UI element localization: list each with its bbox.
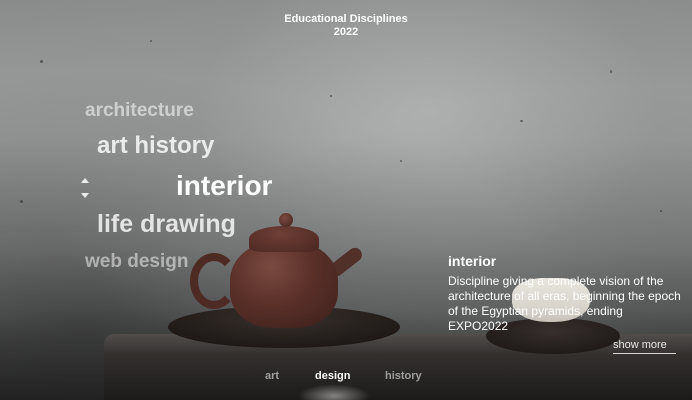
page-title-line1: Educational Disciplines: [284, 13, 408, 25]
tab-design[interactable]: design: [315, 370, 350, 382]
tab-history[interactable]: history: [385, 370, 422, 382]
texture-speck: [150, 40, 152, 42]
page-title-line2: 2022: [333, 26, 359, 38]
discipline-item-art-history[interactable]: art history: [97, 132, 214, 160]
texture-speck: [520, 120, 523, 122]
teapot-knob: [279, 213, 293, 227]
show-more-link[interactable]: show more: [613, 339, 676, 354]
detail-title: interior: [448, 253, 497, 269]
discipline-item-web-design[interactable]: web design: [85, 251, 188, 273]
discipline-item-life-drawing[interactable]: life drawing: [97, 210, 236, 239]
tab-art[interactable]: art: [265, 370, 279, 382]
texture-speck: [660, 210, 662, 212]
discipline-item-architecture[interactable]: architecture: [85, 100, 194, 122]
texture-speck: [40, 60, 43, 63]
chevron-up-icon[interactable]: [81, 178, 89, 183]
teapot-lid: [249, 226, 319, 252]
texture-speck: [400, 160, 402, 162]
page-title: Educational Disciplines 2022: [0, 13, 692, 39]
texture-speck: [330, 95, 332, 97]
texture-speck: [20, 200, 23, 203]
discipline-item-interior-selected[interactable]: interior: [176, 170, 272, 202]
texture-speck: [610, 70, 612, 73]
detail-description: Discipline giving a complete vision of t…: [448, 274, 681, 333]
chevron-down-icon[interactable]: [81, 193, 89, 198]
